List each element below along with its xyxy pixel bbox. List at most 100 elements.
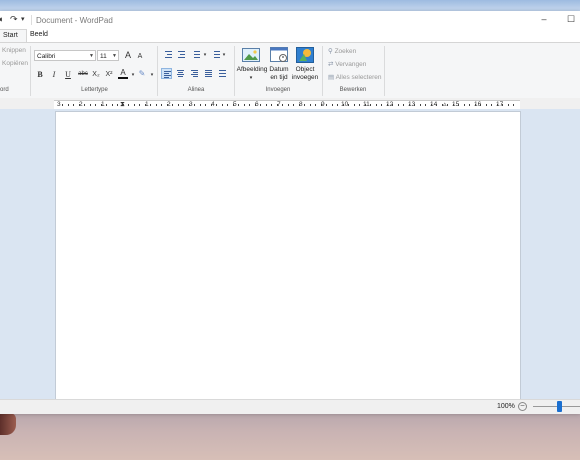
ruler-tick bbox=[139, 104, 140, 106]
calendar-icon bbox=[270, 47, 288, 62]
ruler-tick bbox=[221, 104, 223, 106]
right-indent-marker-icon[interactable]: ▵ bbox=[443, 101, 447, 109]
tab-start[interactable]: Start bbox=[0, 29, 27, 43]
ruler-tick bbox=[480, 104, 481, 106]
picture-icon bbox=[242, 48, 260, 62]
chevron-down-icon[interactable]: ▾ bbox=[200, 50, 210, 61]
ruler-tick bbox=[507, 104, 509, 106]
highlight-icon[interactable]: ✎ bbox=[137, 68, 147, 79]
copy-button[interactable]: Kopiëren bbox=[2, 60, 28, 67]
zoom-slider-thumb[interactable] bbox=[557, 401, 562, 412]
italic-button[interactable]: I bbox=[49, 69, 59, 80]
redo-icon[interactable]: ↷ bbox=[10, 15, 19, 24]
align-left-icon[interactable] bbox=[161, 68, 172, 79]
ruler-tick bbox=[381, 104, 382, 106]
ruler-tick bbox=[177, 104, 179, 106]
ruler-label: 2 bbox=[79, 101, 83, 108]
superscript-button[interactable]: X² bbox=[104, 69, 114, 80]
ruler-label: 1 bbox=[145, 101, 149, 108]
ruler-tick bbox=[199, 104, 201, 106]
replace-button[interactable]: ⇄ Vervangen bbox=[328, 60, 366, 68]
font-family-select[interactable]: Calibri ▼ bbox=[34, 50, 96, 61]
paragraph-settings-icon[interactable] bbox=[217, 68, 228, 79]
ruler-tick bbox=[485, 104, 487, 106]
font-group-label: Lettertype bbox=[81, 87, 108, 93]
ruler-tick bbox=[166, 104, 168, 106]
group-separator bbox=[30, 46, 31, 96]
document-page[interactable] bbox=[55, 111, 521, 400]
ruler-tick bbox=[436, 104, 437, 106]
ruler-tick bbox=[62, 104, 63, 106]
align-right-icon[interactable] bbox=[189, 68, 200, 79]
strikethrough-button[interactable]: abc bbox=[77, 69, 89, 80]
grow-font-button[interactable]: A bbox=[123, 50, 133, 61]
title-separator bbox=[31, 15, 32, 25]
align-center-icon[interactable] bbox=[175, 68, 186, 79]
ruler-tick bbox=[216, 104, 217, 106]
ruler-tick bbox=[89, 104, 91, 106]
bold-button[interactable]: B bbox=[35, 69, 45, 80]
ruler-tick bbox=[95, 104, 96, 106]
cut-button[interactable]: Knippen bbox=[2, 47, 26, 54]
save-icon[interactable]: ◖ bbox=[0, 15, 7, 24]
ruler-tick bbox=[403, 104, 404, 106]
minimize-button[interactable]: – bbox=[537, 13, 551, 25]
ruler-tick bbox=[282, 104, 283, 106]
ruler-label: 7 bbox=[277, 101, 281, 108]
ruler-tick bbox=[172, 104, 173, 106]
zoom-level: 100% bbox=[497, 403, 515, 410]
ruler-tick bbox=[326, 104, 327, 106]
insert-group-label: Invoegen bbox=[265, 87, 291, 93]
ruler-tick bbox=[243, 104, 245, 106]
group-separator bbox=[384, 46, 385, 96]
ruler-tick bbox=[474, 104, 476, 106]
ruler-tick bbox=[227, 104, 228, 106]
ruler-tick bbox=[309, 104, 311, 106]
ruler-tick bbox=[353, 104, 355, 106]
ruler-tick bbox=[78, 104, 80, 106]
ruler-tick bbox=[249, 104, 250, 106]
ruler-tick bbox=[194, 104, 195, 106]
font-color-button[interactable]: A bbox=[118, 68, 128, 79]
underline-button[interactable]: U bbox=[63, 69, 73, 80]
find-button[interactable]: ⚲ Zoeken bbox=[328, 47, 356, 55]
chevron-down-icon[interactable]: ▾ bbox=[147, 70, 157, 81]
ribbon-tabs: Start Beeld bbox=[0, 29, 580, 43]
ruler-tick bbox=[441, 104, 443, 106]
increase-indent-icon[interactable] bbox=[176, 49, 187, 60]
subscript-button[interactable]: X₂ bbox=[91, 69, 101, 80]
select-all-icon: ▤ bbox=[328, 74, 335, 81]
ruler-tick bbox=[183, 104, 184, 106]
decrease-indent-icon[interactable] bbox=[163, 49, 174, 60]
group-separator bbox=[234, 46, 235, 96]
justify-icon[interactable] bbox=[203, 68, 214, 79]
group-separator bbox=[157, 46, 158, 96]
ruler-tick bbox=[210, 104, 212, 106]
ruler-tick bbox=[331, 104, 333, 106]
ruler-tick bbox=[342, 104, 344, 106]
customize-quick-access-icon[interactable]: ▾ bbox=[21, 15, 30, 24]
ruler-label: 6 bbox=[255, 101, 259, 108]
replace-icon: ⇄ bbox=[328, 61, 334, 68]
chevron-down-icon: ▼ bbox=[89, 53, 94, 59]
ruler-tick bbox=[414, 104, 415, 106]
window-title: Document - WordPad bbox=[36, 16, 113, 25]
ruler-label: 8 bbox=[299, 101, 303, 108]
ruler-tick bbox=[397, 104, 399, 106]
zoom-out-button[interactable]: − bbox=[518, 402, 527, 411]
desktop-background bbox=[0, 412, 580, 460]
shrink-font-button[interactable]: A bbox=[135, 51, 145, 62]
ruler-tick bbox=[513, 104, 514, 106]
chevron-down-icon: ▼ bbox=[112, 53, 117, 59]
ruler-tick bbox=[238, 104, 239, 106]
font-size-select[interactable]: 11 ▼ bbox=[97, 50, 119, 61]
ruler-tick bbox=[463, 104, 465, 106]
tab-beeld[interactable]: Beeld bbox=[27, 29, 51, 41]
ruler-tick bbox=[348, 104, 349, 106]
maximize-button[interactable]: ☐ bbox=[564, 13, 578, 25]
select-all-button[interactable]: ▤ Alles selecteren bbox=[328, 73, 382, 81]
chevron-down-icon[interactable]: ▾ bbox=[219, 50, 229, 61]
ruler-tick bbox=[122, 104, 124, 106]
paragraph-group-label: Alinea bbox=[187, 87, 205, 93]
ruler-tick bbox=[73, 104, 74, 106]
